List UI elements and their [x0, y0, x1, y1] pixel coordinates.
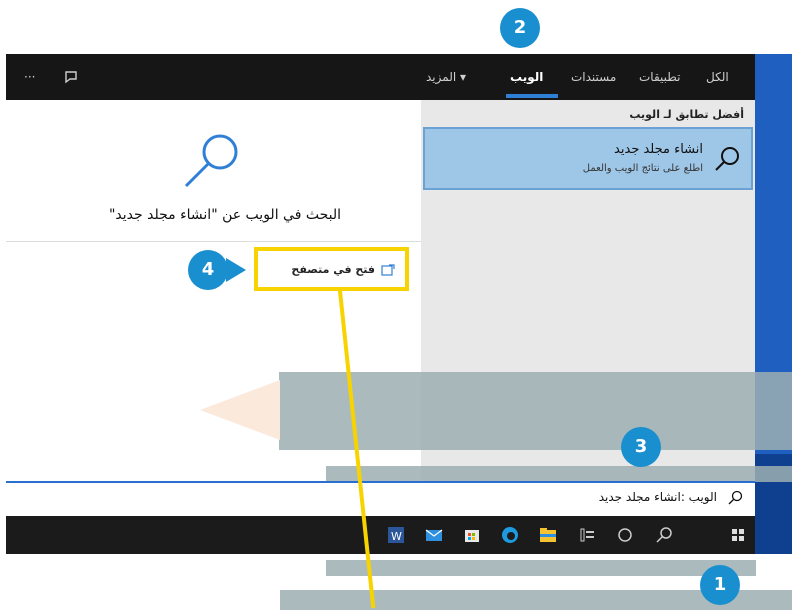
best-match-result[interactable]: انشاء مجلد جديد اطلع على نتائج الويب وال…	[423, 127, 753, 190]
search-icon	[711, 143, 743, 175]
svg-text:W: W	[391, 530, 402, 543]
step-badge-3: 3	[621, 427, 661, 467]
search-icon	[727, 490, 743, 506]
search-scope-bar: ··· المزيد ▾ الويب مستندات تطبيقات الكل	[6, 54, 755, 100]
more-options-icon[interactable]: ···	[24, 54, 35, 100]
feedback-icon[interactable]	[62, 54, 80, 100]
word-icon[interactable]: W	[386, 525, 406, 545]
taskbar-search-box[interactable]: الويب :انشاء مجلد جديد	[6, 483, 755, 516]
best-match-heading: أفضل تطابق لـ الويب	[629, 108, 744, 121]
search-icon[interactable]	[654, 525, 674, 545]
tab-all[interactable]: الكل	[706, 54, 729, 100]
best-match-title: انشاء مجلد جديد	[614, 142, 703, 157]
active-tab-indicator	[506, 94, 558, 98]
tab-documents[interactable]: مستندات	[571, 54, 616, 100]
tab-more[interactable]: المزيد ▾	[426, 54, 466, 100]
step-badge-4-pointer	[226, 258, 246, 282]
web-search-query: البحث في الويب عن "انشاء مجلد جديد"	[108, 207, 342, 223]
divider	[6, 241, 421, 242]
decorative-arrow	[200, 380, 280, 440]
search-input[interactable]: الويب :انشاء مجلد جديد	[599, 490, 717, 504]
best-match-subtitle: اطلع على نتائج الويب والعمل	[582, 163, 703, 174]
file-explorer-icon[interactable]	[538, 525, 558, 545]
step-badge-4: 4	[188, 250, 228, 290]
store-icon[interactable]	[462, 525, 482, 545]
step-badge-2: 2	[500, 8, 540, 48]
external-link-icon	[381, 261, 395, 276]
open-in-browser-button[interactable]: فتح في متصفح	[254, 247, 409, 291]
edge-icon[interactable]	[500, 525, 520, 545]
taskbar: W	[6, 516, 755, 554]
step-badge-1: 1	[700, 565, 740, 605]
tab-apps[interactable]: تطبيقات	[639, 54, 680, 100]
overlay-band	[326, 466, 792, 482]
overlay-band	[326, 560, 756, 576]
cortana-icon[interactable]	[615, 525, 635, 545]
task-view-icon[interactable]	[577, 525, 597, 545]
large-search-icon	[178, 130, 248, 194]
open-in-browser-label: فتح في متصفح	[291, 263, 375, 276]
mail-icon[interactable]	[424, 525, 444, 545]
start-icon[interactable]	[728, 525, 748, 545]
